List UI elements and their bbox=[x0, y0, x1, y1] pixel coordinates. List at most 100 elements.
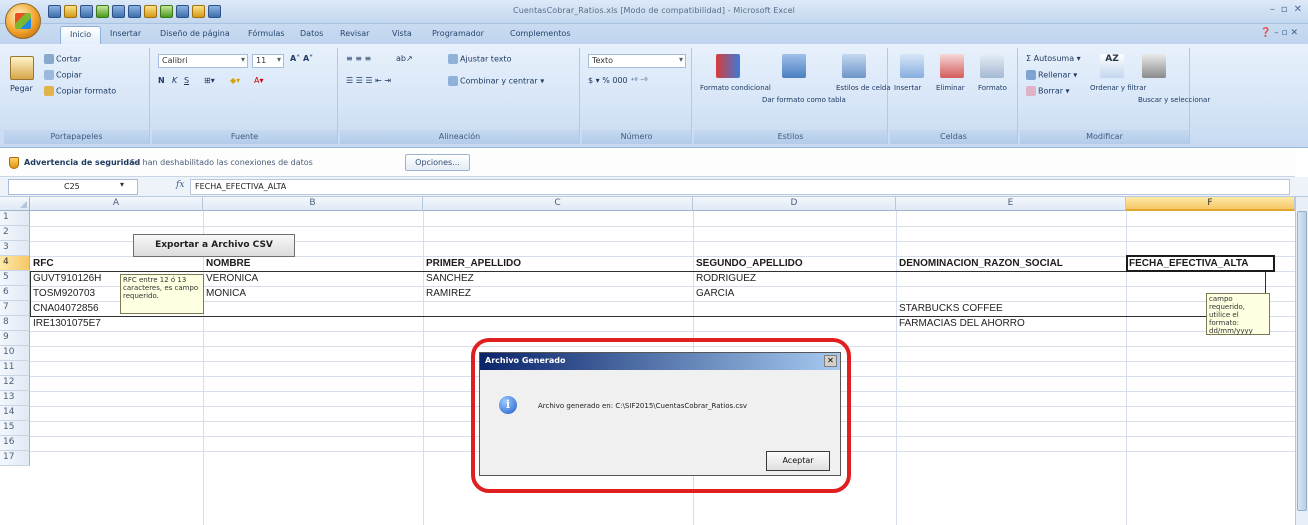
row-header-4[interactable]: 4 bbox=[0, 256, 30, 271]
table-cell[interactable]: TOSM920703 bbox=[33, 288, 95, 299]
scrollbar-thumb[interactable] bbox=[1297, 211, 1307, 511]
tab-insertar[interactable]: Insertar bbox=[110, 29, 141, 38]
table-cell[interactable]: RAMIREZ bbox=[426, 288, 471, 299]
tab-complementos[interactable]: Complementos bbox=[510, 29, 570, 38]
insert-button[interactable]: Insertar bbox=[894, 84, 921, 92]
find-select-button[interactable]: Buscar y seleccionar bbox=[1138, 96, 1210, 104]
row-header-16[interactable]: 16 bbox=[0, 436, 30, 451]
column-header-b[interactable]: B bbox=[203, 197, 423, 211]
tab-formulas[interactable]: Fórmulas bbox=[248, 29, 285, 38]
vertical-scrollbar[interactable] bbox=[1295, 197, 1308, 525]
tab-revisar[interactable]: Revisar bbox=[340, 29, 369, 38]
minimize-button[interactable]: – bbox=[1270, 4, 1275, 15]
row-header-15[interactable]: 15 bbox=[0, 421, 30, 436]
align-left-icon[interactable]: ☰ ☰ ☰ ⇤ ⇥ bbox=[346, 76, 391, 85]
tab-vista[interactable]: Vista bbox=[392, 29, 412, 38]
font-name-select[interactable]: Calibri bbox=[158, 54, 248, 68]
borders-icon[interactable]: ⊞▾ bbox=[204, 76, 215, 85]
table-cell[interactable]: CNA04072856 bbox=[33, 303, 99, 314]
header-rfc[interactable]: RFC bbox=[33, 258, 54, 269]
tab-diseno[interactable]: Diseño de página bbox=[160, 29, 230, 38]
conditional-format-button[interactable]: Formato condicional bbox=[700, 84, 771, 92]
underline-icon[interactable]: S bbox=[184, 76, 189, 85]
grow-font-icon[interactable]: A˄ A˅ bbox=[290, 54, 313, 63]
row-header-11[interactable]: 11 bbox=[0, 361, 30, 376]
merge-icon bbox=[448, 76, 458, 86]
bold-icon[interactable]: N bbox=[158, 76, 165, 85]
header-denominacion[interactable]: DENOMINACION_RAZON_SOCIAL bbox=[899, 258, 1063, 269]
table-cell[interactable]: GARCIA bbox=[696, 288, 734, 299]
tab-datos[interactable]: Datos bbox=[300, 29, 323, 38]
row-header-13[interactable]: 13 bbox=[0, 391, 30, 406]
header-segundo-apellido[interactable]: SEGUNDO_APELLIDO bbox=[696, 258, 803, 269]
fill-color-icon[interactable]: ◆▾ bbox=[230, 76, 240, 85]
table-cell[interactable]: SANCHEZ bbox=[426, 273, 474, 284]
row-header-6[interactable]: 6 bbox=[0, 286, 30, 301]
column-header-a[interactable]: A bbox=[30, 197, 203, 211]
orientation-icon[interactable]: ab↗ bbox=[396, 54, 413, 63]
font-size-select[interactable]: 11 bbox=[252, 54, 284, 68]
security-options-button[interactable]: Opciones... bbox=[405, 154, 470, 171]
wrap-label: Ajustar texto bbox=[460, 54, 512, 64]
export-csv-button[interactable]: Exportar a Archivo CSV bbox=[133, 234, 295, 257]
row-header-2[interactable]: 2 bbox=[0, 226, 30, 241]
delete-button[interactable]: Eliminar bbox=[936, 84, 965, 92]
row-header-5[interactable]: 5 bbox=[0, 271, 30, 286]
autosum-button[interactable]: Σ Autosuma ▾ bbox=[1026, 54, 1081, 63]
paste-button[interactable]: Pegar bbox=[10, 84, 33, 93]
merge-center-button[interactable]: Combinar y centrar ▾ bbox=[448, 76, 544, 86]
maximize-button[interactable]: ▫ bbox=[1281, 4, 1288, 15]
row-header-12[interactable]: 12 bbox=[0, 376, 30, 391]
row-header-3[interactable]: 3 bbox=[0, 241, 30, 256]
row-header-17[interactable]: 17 bbox=[0, 451, 30, 466]
fill-button[interactable]: Rellenar ▾ bbox=[1026, 70, 1077, 80]
copy-button[interactable]: Copiar bbox=[44, 70, 82, 80]
sort-filter-button[interactable]: Ordenar y filtrar bbox=[1090, 84, 1146, 92]
formula-input[interactable]: FECHA_EFECTIVA_ALTA bbox=[190, 179, 1290, 195]
header-primer-apellido[interactable]: PRIMER_APELLIDO bbox=[426, 258, 521, 269]
format-painter-button[interactable]: Copiar formato bbox=[44, 86, 116, 96]
table-cell[interactable]: RODRIGUEZ bbox=[696, 273, 756, 284]
select-all-corner[interactable] bbox=[0, 197, 30, 211]
format-table-button[interactable]: Dar formato como tabla bbox=[762, 96, 846, 104]
row-header-9[interactable]: 9 bbox=[0, 331, 30, 346]
wrap-text-button[interactable]: Ajustar texto bbox=[448, 54, 512, 64]
group-label-styles: Estilos bbox=[694, 130, 887, 144]
office-button[interactable] bbox=[5, 3, 41, 39]
column-header-f[interactable]: F bbox=[1126, 197, 1295, 211]
column-header-c[interactable]: C bbox=[423, 197, 693, 211]
tab-programador[interactable]: Programador bbox=[432, 29, 484, 38]
clear-button[interactable]: Borrar ▾ bbox=[1026, 86, 1070, 96]
table-cell[interactable]: STARBUCKS COFFEE bbox=[899, 303, 1003, 314]
column-header-e[interactable]: E bbox=[896, 197, 1126, 211]
row-header-7[interactable]: 7 bbox=[0, 301, 30, 316]
insert-function-icon[interactable]: fx bbox=[176, 180, 184, 190]
table-cell[interactable]: VERONICA bbox=[206, 273, 258, 284]
tab-inicio[interactable]: Inicio bbox=[60, 26, 102, 44]
row-header-10[interactable]: 10 bbox=[0, 346, 30, 361]
italic-icon[interactable]: K bbox=[172, 76, 177, 85]
name-box[interactable]: C25 bbox=[8, 179, 138, 195]
format-button[interactable]: Formato bbox=[978, 84, 1007, 92]
table-cell[interactable]: IRE1301075E7 bbox=[33, 318, 101, 329]
number-format-select[interactable]: Texto bbox=[588, 54, 686, 68]
name-box-dropdown-icon[interactable]: ▾ bbox=[120, 180, 124, 189]
row-header-14[interactable]: 14 bbox=[0, 406, 30, 421]
font-color-icon[interactable]: A▾ bbox=[254, 76, 264, 85]
table-cell[interactable]: GUVT910126H bbox=[33, 273, 101, 284]
table-cell[interactable]: FARMACIAS DEL AHORRO bbox=[899, 318, 1025, 329]
align-top-icon[interactable]: ≡ ≡ ≡ bbox=[346, 54, 371, 63]
group-label-alignment: Alineación bbox=[340, 130, 579, 144]
cell-styles-button[interactable]: Estilos de celda bbox=[836, 84, 891, 92]
row-header-8[interactable]: 8 bbox=[0, 316, 30, 331]
cut-button[interactable]: Cortar bbox=[44, 54, 81, 64]
header-nombre[interactable]: NOMBRE bbox=[206, 258, 250, 269]
wrap-icon bbox=[448, 54, 458, 64]
close-button[interactable]: ✕ bbox=[1294, 4, 1302, 15]
currency-icon[interactable]: $ ▾ % 000 ⁺⁰ ⁻⁰ bbox=[588, 76, 648, 85]
help-icon[interactable]: ❓ – ▫ ✕ bbox=[1260, 28, 1298, 38]
column-header-d[interactable]: D bbox=[693, 197, 896, 211]
table-cell[interactable]: MONICA bbox=[206, 288, 246, 299]
format-table-icon bbox=[782, 54, 806, 78]
row-header-1[interactable]: 1 bbox=[0, 211, 30, 226]
